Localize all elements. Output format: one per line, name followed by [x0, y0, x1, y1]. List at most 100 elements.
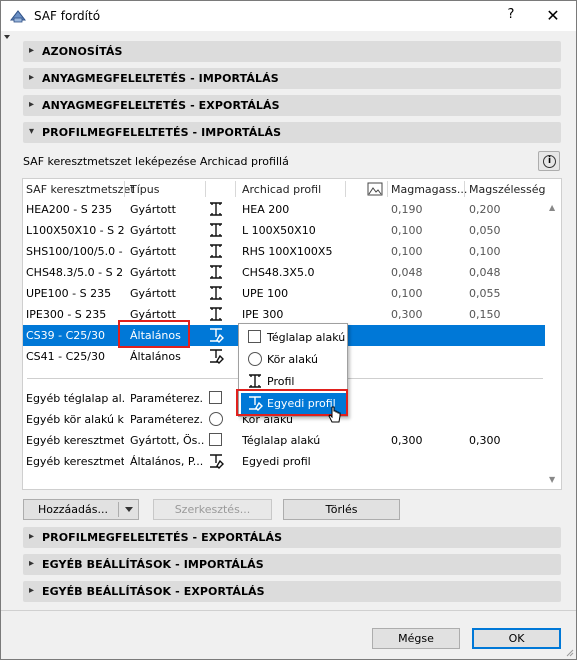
section-other-export[interactable]: ▸ EGYÉB BEÁLLÍTÁSOK - EXPORTÁLÁS	[23, 581, 561, 602]
rectangle-checkbox-icon	[209, 433, 222, 446]
table-row[interactable]: UPE100 - S 235 Gyártott UPE 100 0,100 0,…	[23, 283, 545, 304]
width-value: 0,200	[469, 203, 501, 216]
column-divider	[124, 181, 125, 197]
saf-name: CHS48.3/5.0 - S 235	[26, 266, 124, 279]
height-value: 0,300	[391, 434, 423, 447]
saf-name: HEA200 - S 235	[26, 203, 113, 216]
custom-profile-icon	[210, 328, 224, 343]
archicad-profile: RHS 100X100X5	[242, 245, 333, 258]
col-header-saf[interactable]: SAF keresztmetszet	[26, 183, 135, 196]
expand-arrow-icon: ▸	[29, 99, 35, 110]
image-column-icon	[367, 182, 383, 196]
section-profile-export[interactable]: ▸ PROFILMEGFELELTETÉS - EXPORTÁLÁS	[23, 527, 561, 548]
expand-arrow-icon: ▸	[29, 45, 35, 56]
section-label: EGYÉB BEÁLLÍTÁSOK - IMPORTÁLÁS	[42, 558, 264, 571]
section-material-import[interactable]: ▸ ANYAGMEGFELELTETÉS - IMPORTÁLÁS	[23, 68, 561, 89]
edit-button[interactable]: Szerkesztés...	[153, 499, 272, 520]
saf-name: Egyéb keresztmet...	[26, 434, 124, 447]
profile-ibeam-icon	[249, 374, 261, 388]
height-value: 0,190	[391, 203, 423, 216]
height-value: 0,300	[391, 308, 423, 321]
menu-item-label: Profil	[267, 375, 295, 388]
section-label: PROFILMEGFELELTETÉS - IMPORTÁLÁS	[42, 126, 282, 139]
help-button[interactable]: ?	[497, 7, 525, 27]
type-cell: Gyártott	[130, 266, 176, 279]
collapse-arrow-icon: ▾	[29, 126, 35, 137]
type-cell: Paraméterez...	[130, 413, 204, 426]
section-other-import[interactable]: ▸ EGYÉB BEÁLLÍTÁSOK - IMPORTÁLÁS	[23, 554, 561, 575]
table-row[interactable]: L100X50X10 - S 235 Gyártott L 100X50X10 …	[23, 220, 545, 241]
info-icon: i	[543, 155, 556, 168]
scroll-down-arrow-icon[interactable]: ▼	[549, 475, 555, 484]
scroll-up-arrow-icon[interactable]: ▲	[549, 203, 555, 212]
width-value: 0,300	[469, 434, 501, 447]
app-icon	[10, 10, 26, 23]
saf-name: Egyéb téglalap al...	[26, 392, 124, 405]
col-header-height[interactable]: Magmagass...	[391, 183, 467, 196]
height-value: 0,048	[391, 266, 423, 279]
type-cell: Gyártott, Ös...	[130, 434, 204, 447]
section-profile-import[interactable]: ▾ PROFILMEGFELELTETÉS - IMPORTÁLÁS	[23, 122, 561, 143]
archicad-profile: HEA 200	[242, 203, 290, 216]
custom-profile-icon	[210, 349, 224, 364]
column-divider	[205, 181, 206, 197]
expand-arrow-icon: ▸	[29, 531, 35, 542]
archicad-profile: Egyedi profil	[242, 455, 311, 468]
section-azonositas[interactable]: ▸ AZONOSÍTÁS	[23, 41, 561, 62]
col-header-width[interactable]: Magszélesség	[469, 183, 546, 196]
height-value: 0,100	[391, 224, 423, 237]
menu-item-circle[interactable]: Kör alakú	[241, 349, 347, 370]
table-row[interactable]: SHS100/100/5.0 - ... Gyártott RHS 100X10…	[23, 241, 545, 262]
circle-icon	[248, 352, 262, 366]
archicad-profile: Téglalap alakú	[242, 434, 321, 447]
cancel-button[interactable]: Mégse	[372, 628, 460, 649]
mouse-cursor-icon	[328, 406, 341, 423]
add-button-label: Hozzáadás...	[38, 503, 108, 516]
delete-button[interactable]: Törlés	[283, 499, 400, 520]
footer-divider	[1, 610, 576, 611]
section-label: PROFILMEGFELELTETÉS - EXPORTÁLÁS	[42, 531, 283, 544]
column-divider	[387, 181, 388, 197]
type-cell: Gyártott	[130, 203, 176, 216]
mapping-description: SAF keresztmetszet leképezése Archicad p…	[23, 155, 289, 168]
custom-profile-icon	[210, 454, 224, 469]
archicad-profile: L 100X50X10	[242, 224, 316, 237]
table-row[interactable]: HEA200 - S 235 Gyártott HEA 200 0,190 0,…	[23, 199, 545, 220]
close-button[interactable]: ✕	[539, 5, 567, 27]
archicad-profile: CHS48.3X5.0	[242, 266, 315, 279]
profile-ibeam-icon	[210, 202, 222, 216]
circle-icon	[209, 412, 223, 426]
table-row-other[interactable]: Egyéb keresztmet... Általános, P... Egye…	[23, 451, 545, 472]
profile-ibeam-icon	[210, 244, 222, 258]
table-row-other[interactable]: Egyéb keresztmet... Gyártott, Ös... Tégl…	[23, 430, 545, 451]
profile-ibeam-icon	[210, 286, 222, 300]
resize-grip-icon[interactable]	[564, 647, 574, 657]
saf-translator-dialog: SAF fordító ? ✕ ▸ AZONOSÍTÁS ▸ ANYAGMEGF…	[0, 0, 577, 660]
type-cell-highlight	[118, 320, 190, 348]
profile-ibeam-icon	[210, 265, 222, 279]
col-header-archicad[interactable]: Archicad profil	[242, 183, 321, 196]
table-row[interactable]: IPE300 - S 235 Gyártott IPE 300 0,300 0,…	[23, 304, 545, 325]
ok-button[interactable]: OK	[472, 628, 561, 649]
saf-name: SHS100/100/5.0 - ...	[26, 245, 124, 258]
width-value: 0,055	[469, 287, 501, 300]
height-value: 0,100	[391, 245, 423, 258]
chevron-down-icon[interactable]	[125, 507, 133, 512]
add-split-button[interactable]: Hozzáadás...	[23, 499, 139, 520]
table-row[interactable]: CHS48.3/5.0 - S 235 Gyártott CHS48.3X5.0…	[23, 262, 545, 283]
saf-name: Egyéb kör alakú k...	[26, 413, 124, 426]
section-label: ANYAGMEGFELELTETÉS - EXPORTÁLÁS	[42, 99, 280, 112]
saf-name: UPE100 - S 235	[26, 287, 112, 300]
section-material-export[interactable]: ▸ ANYAGMEGFELELTETÉS - EXPORTÁLÁS	[23, 95, 561, 116]
type-cell: Általános, P...	[130, 455, 204, 468]
col-header-type[interactable]: Típus	[130, 183, 159, 196]
type-cell: Gyártott	[130, 224, 176, 237]
type-cell: Paraméterez...	[130, 392, 204, 405]
width-value: 0,150	[469, 308, 501, 321]
title-bar: SAF fordító ? ✕	[1, 1, 576, 31]
type-cell: Általános	[130, 350, 181, 363]
width-value: 0,048	[469, 266, 501, 279]
archicad-profile: UPE 100	[242, 287, 289, 300]
menu-item-rectangle[interactable]: Téglalap alakú	[241, 327, 347, 348]
info-button[interactable]: i	[538, 151, 560, 171]
